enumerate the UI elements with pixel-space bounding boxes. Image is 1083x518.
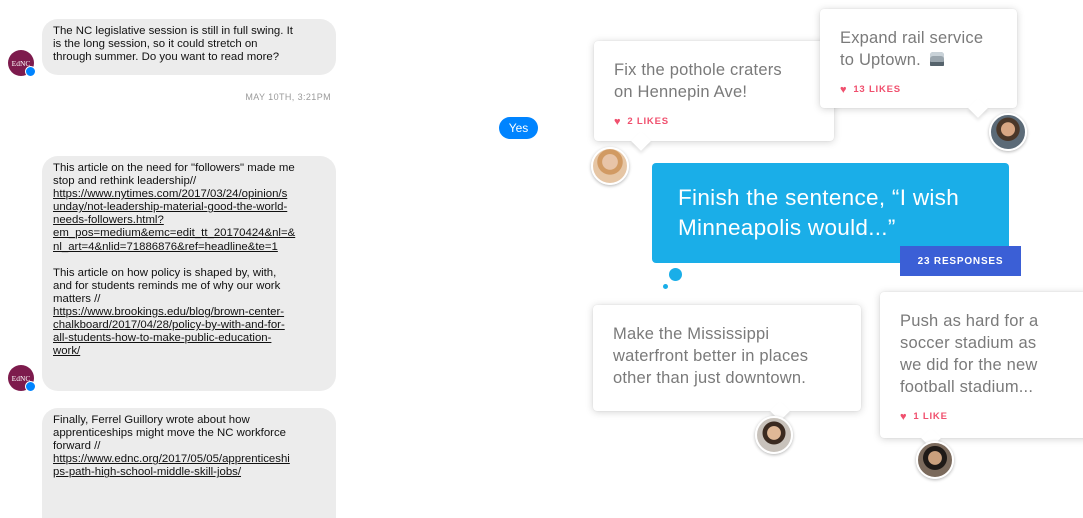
sent-message-bubble[interactable]: Yes bbox=[499, 117, 538, 139]
message-text: The NC legislative session is still in f… bbox=[53, 25, 293, 37]
idea-card-potholes[interactable]: Fix the pothole craters on Hennepin Ave!… bbox=[594, 41, 834, 151]
article-link-nytimes[interactable]: em_pos=medium&emc=edit_tt_20170424&nl=& bbox=[53, 227, 326, 240]
article-link-brookings[interactable]: work/ bbox=[53, 345, 326, 358]
avatar[interactable]: EdNC bbox=[8, 365, 36, 392]
idea-card-rail[interactable]: Expand rail service to Uptown. ♥ 13 LIKE… bbox=[820, 9, 1017, 118]
message-text: This article on the need for "followers"… bbox=[53, 162, 295, 174]
message-text: stop and rethink leadership// bbox=[53, 175, 197, 188]
idea-text: on Hennepin Ave! bbox=[614, 83, 748, 101]
avatar[interactable] bbox=[755, 416, 793, 454]
article-link-nytimes[interactable]: https://www.nytimes.com/2017/03/24/opini… bbox=[53, 188, 326, 201]
like-count[interactable]: ♥ 2 LIKES bbox=[614, 111, 816, 133]
message-bubble-2: This article on the need for "followers"… bbox=[42, 156, 336, 391]
avatar[interactable] bbox=[916, 441, 954, 479]
prompt-text: Minneapolis would...” bbox=[678, 215, 896, 240]
speech-tail bbox=[631, 131, 651, 151]
heart-icon: ♥ bbox=[840, 83, 848, 96]
article-link-brookings[interactable]: https://www.brookings.edu/blog/brown-cen… bbox=[53, 306, 326, 319]
message-text: through summer. Do you want to read more… bbox=[53, 51, 280, 64]
idea-text: Push as hard for a bbox=[900, 312, 1039, 330]
idea-text: Make the Mississippi bbox=[613, 325, 770, 343]
thought-dot bbox=[669, 268, 682, 281]
responses-count-text: 23 RESPONSES bbox=[917, 255, 1004, 267]
message-timestamp: MAY 10TH, 3:21PM bbox=[245, 92, 331, 102]
idea-text: Fix the pothole craters bbox=[614, 61, 782, 79]
avatar[interactable] bbox=[591, 147, 629, 185]
message-text: matters // bbox=[53, 292, 101, 305]
message-text: forward // bbox=[53, 440, 101, 453]
like-count-text: 1 LIKE bbox=[913, 411, 948, 422]
article-link-ednc[interactable]: https://www.ednc.org/2017/05/05/apprenti… bbox=[53, 453, 326, 466]
article-link-brookings[interactable]: all-students-how-to-make-public-educatio… bbox=[53, 332, 326, 345]
messenger-badge-icon bbox=[25, 66, 36, 77]
heart-icon: ♥ bbox=[900, 410, 908, 423]
idea-card-waterfront[interactable]: Make the Mississippi waterfront better i… bbox=[593, 305, 861, 421]
article-link-nytimes[interactable]: needs-followers.html? bbox=[53, 214, 326, 227]
like-count[interactable]: ♥ 13 LIKES bbox=[840, 79, 999, 101]
idea-text: Expand rail service bbox=[840, 29, 984, 47]
idea-text: waterfront better in places bbox=[613, 347, 809, 365]
speech-tail bbox=[968, 98, 988, 118]
message-text: apprenticeships might move the NC workfo… bbox=[53, 427, 286, 440]
message-text: is the long session, so it could stretch… bbox=[53, 38, 258, 51]
message-bubble-3: Finally, Ferrel Guillory wrote about how… bbox=[42, 408, 336, 518]
avatar[interactable]: EdNC bbox=[8, 50, 36, 77]
train-emoji-icon bbox=[929, 52, 944, 66]
idea-text: soccer stadium as bbox=[900, 334, 1037, 352]
message-text: This article on how policy is shaped by,… bbox=[53, 266, 277, 279]
article-link-ednc[interactable]: ps-path-high-school-middle-skill-jobs/ bbox=[53, 466, 326, 479]
like-count[interactable]: ♥ 1 LIKE bbox=[900, 406, 1080, 428]
article-link-nytimes[interactable]: unday/not-leadership-material-good-the-w… bbox=[53, 201, 326, 214]
idea-text: we did for the new bbox=[900, 356, 1038, 374]
responses-count-badge[interactable]: 23 RESPONSES bbox=[900, 246, 1021, 276]
sent-message-text: Yes bbox=[508, 121, 529, 135]
like-count-text: 2 LIKES bbox=[627, 116, 669, 127]
idea-text: other than just downtown. bbox=[613, 369, 807, 387]
message-text: Finally, Ferrel Guillory wrote about how bbox=[53, 414, 250, 426]
article-link-nytimes[interactable]: nl_art=4&nlid=71886876&ref=headline&te=1 bbox=[53, 241, 326, 254]
like-count-text: 13 LIKES bbox=[853, 84, 901, 95]
idea-card-soccer-stadium[interactable]: Push as hard for a soccer stadium as we … bbox=[880, 292, 1083, 448]
message-text: and for students reminds me of why our w… bbox=[53, 279, 281, 292]
article-link-brookings[interactable]: chalkboard/2017/04/28/policy-by-with-and… bbox=[53, 319, 326, 332]
avatar[interactable] bbox=[989, 113, 1027, 151]
message-bubble-1: The NC legislative session is still in f… bbox=[42, 19, 336, 75]
prompt-text: Finish the sentence, “I wish bbox=[678, 185, 960, 210]
ideas-board: Fix the pothole craters on Hennepin Ave!… bbox=[560, 0, 1083, 504]
idea-text: football stadium... bbox=[900, 378, 1034, 396]
idea-text: to Uptown. bbox=[840, 51, 921, 69]
messenger-badge-icon bbox=[25, 381, 36, 392]
thought-dot bbox=[663, 284, 668, 289]
heart-icon: ♥ bbox=[614, 115, 622, 128]
messenger-conversation: The NC legislative session is still in f… bbox=[0, 0, 560, 518]
